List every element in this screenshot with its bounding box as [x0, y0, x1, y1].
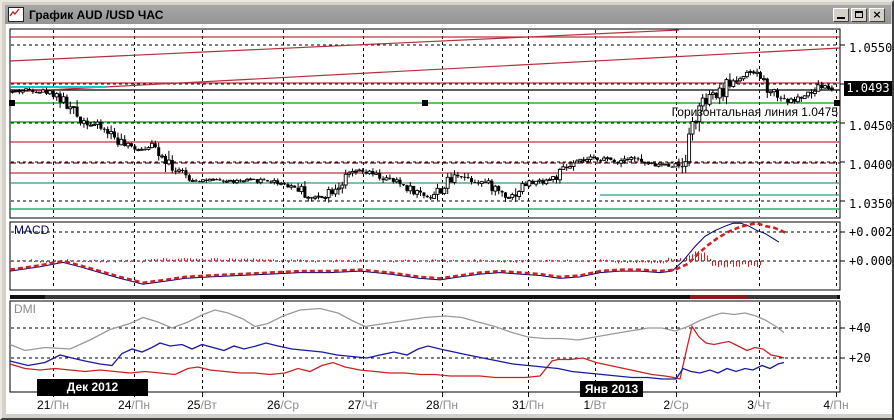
time-tick-label: 1/Вт: [583, 398, 607, 412]
price-tick-label: 1.0450: [849, 119, 893, 133]
dmi-tick-label: +40: [849, 321, 871, 335]
month-label-dec2012: Дек 2012: [37, 379, 148, 396]
time-tick-label: 26/Ср: [266, 398, 300, 412]
macd-tick-label: +0.002: [849, 225, 893, 239]
time-tick-label: 3/Чт: [747, 398, 771, 412]
horizontal-line-annotation: Горизонтальная линия 1.0475: [671, 105, 838, 119]
time-tick-label: 28/Пн: [426, 398, 458, 412]
time-tick-label: 4/Пн: [823, 398, 849, 412]
dmi-tick-label: +20: [849, 351, 871, 365]
dmi-indicator-label: DMI: [14, 302, 36, 316]
time-tick-label: 31/Пн: [512, 398, 544, 412]
price-tick-label: 1.0550: [849, 41, 893, 55]
macd-indicator-label: MACD: [14, 223, 50, 237]
price-tick-label: 1.0350: [849, 197, 893, 211]
month-label-jan2013: Янв 2013: [580, 381, 643, 397]
separator-strip: [10, 295, 840, 299]
time-tick-label: 2/Ср: [663, 398, 689, 412]
macd-tick-label: +0.000: [849, 254, 893, 268]
time-tick-label: 24/Пн: [118, 398, 150, 412]
time-tick-label: 25/Вт: [187, 398, 217, 412]
chart-canvas[interactable]: [0, 0, 894, 420]
current-price-marker: 1.0493: [844, 81, 892, 96]
time-tick-label: 21/Пн: [37, 398, 69, 412]
price-tick-label: 1.0400: [849, 158, 893, 172]
time-tick-label: 27/Чт: [347, 398, 379, 412]
